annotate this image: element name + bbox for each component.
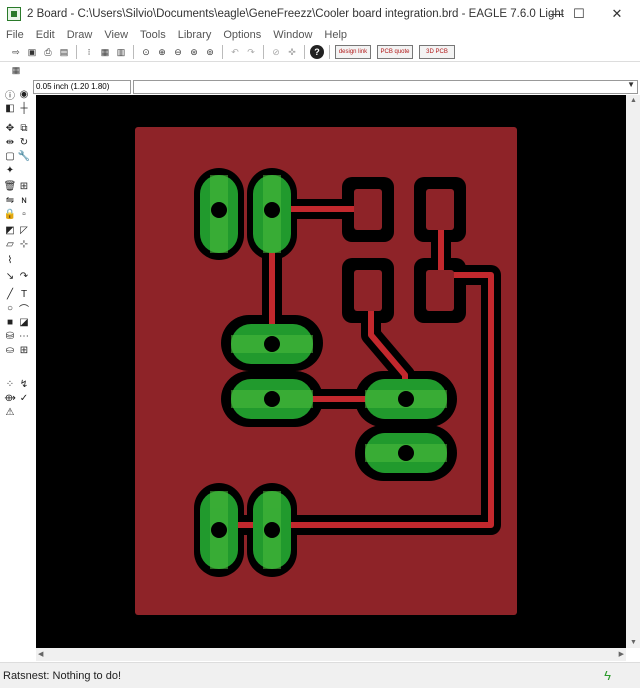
zoom-out-icon[interactable]: ⊖ [171, 45, 185, 59]
menu-file[interactable]: File [0, 29, 30, 41]
text-icon[interactable]: T [18, 288, 30, 300]
zoom-in-icon[interactable]: ⊕ [155, 45, 169, 59]
pcb-layout[interactable] [36, 95, 626, 648]
toolbar-divider [329, 45, 330, 59]
cam-icon[interactable]: ▤ [57, 45, 71, 59]
toolbar-divider [133, 45, 134, 59]
eagle-app-icon [7, 6, 21, 21]
scroll-right-icon[interactable]: ▶ [619, 650, 624, 658]
info-icon[interactable]: ⓘ [4, 88, 16, 102]
horizontal-scrollbar[interactable]: ◀ ▶ [36, 648, 626, 661]
change-icon[interactable]: 🔧 [18, 150, 30, 162]
lock-icon[interactable]: 🔒 [4, 208, 16, 220]
toolbar-divider [304, 45, 305, 59]
status-message: Ratsnest: Nothing to do! [3, 669, 122, 682]
scroll-up-icon[interactable]: ▲ [630, 97, 637, 104]
toolbar-divider [222, 45, 223, 59]
signal-icon[interactable]: ⋯ [18, 330, 30, 342]
hole-icon[interactable]: ⛀ [4, 344, 16, 356]
zoom-select-icon[interactable]: ⊚ [203, 45, 217, 59]
command-history-dropdown-icon[interactable]: ▼ [627, 80, 635, 89]
run-ulp-icon[interactable]: ▥ [114, 45, 128, 59]
save-icon[interactable]: ▣ [25, 45, 39, 59]
wire-icon[interactable]: ╱ [4, 288, 16, 300]
polygon-icon[interactable]: ◪ [18, 316, 30, 328]
tool-palette: ⓘ ◉ ◧ ┼ ✥ ⧉ ⇹ ↻ ▢ 🔧 ✦ 🗑 ⊞ ⇋ ɴ 🔒 ▫ ◩ ◸ ▱ … [0, 88, 33, 448]
command-line-input[interactable] [133, 80, 638, 94]
menu-edit[interactable]: Edit [30, 29, 61, 41]
menu-help[interactable]: Help [318, 29, 353, 41]
circle-icon[interactable]: ○ [4, 302, 16, 314]
scroll-left-icon[interactable]: ◀ [38, 650, 43, 658]
ratsnest-icon[interactable]: ⁘ [4, 378, 16, 390]
menu-options[interactable]: Options [217, 29, 267, 41]
grid-coordinate-readout: 0.05 inch (1.20 1.80) [33, 80, 131, 94]
lightning-icon[interactable]: ϟ [604, 668, 611, 683]
warning-icon[interactable]: ⚠ [4, 406, 16, 418]
route-icon[interactable]: ↘ [4, 270, 16, 282]
drc-icon[interactable]: ✓ [18, 392, 30, 404]
vertical-scrollbar[interactable]: ▲ ▼ [626, 95, 640, 648]
rotate-icon[interactable]: ↻ [18, 136, 30, 148]
arc-icon[interactable]: ⌒ [18, 302, 30, 316]
smash-icon[interactable]: ◩ [4, 224, 16, 236]
window-title: 2 Board - C:\Users\Silvio\Documents\eagl… [27, 7, 564, 20]
close-button[interactable]: ✕ [594, 0, 640, 27]
auto-router-icon[interactable]: ↯ [18, 378, 30, 390]
redraw-icon[interactable]: ⊛ [187, 45, 201, 59]
status-bar: Ratsnest: Nothing to do! ϟ [0, 662, 640, 688]
mark-icon[interactable]: ┼ [18, 102, 30, 114]
scroll-down-icon[interactable]: ▼ [630, 639, 637, 646]
command-row: 0.05 inch (1.20 1.80) ▼ [33, 79, 640, 95]
paste-icon[interactable]: ✦ [4, 164, 16, 176]
title-bar: 2 Board - C:\Users\Silvio\Documents\eagl… [0, 0, 640, 27]
display-layers-icon[interactable]: ◧ [4, 102, 16, 114]
design-link-button[interactable]: design link [335, 45, 371, 59]
split-icon[interactable]: ▱ [4, 238, 16, 250]
rect-icon[interactable]: ■ [4, 316, 16, 328]
stop-icon[interactable]: ⊘ [269, 45, 283, 59]
board-canvas[interactable] [36, 95, 626, 648]
value-icon[interactable]: ▫ [18, 208, 30, 220]
help-icon[interactable]: ? [310, 45, 324, 59]
meander-icon[interactable]: ⌇ [4, 254, 16, 266]
grid-icon[interactable]: ▦ [9, 64, 23, 78]
pcb-quote-button[interactable]: PCB quote [377, 45, 413, 59]
board-switch-icon[interactable]: ▦ [98, 45, 112, 59]
go-icon[interactable]: ✜ [285, 45, 299, 59]
ripup-icon[interactable]: ↷ [18, 270, 30, 282]
name-icon[interactable]: ɴ [18, 194, 30, 206]
zoom-fit-icon[interactable]: ⊙ [139, 45, 153, 59]
move-icon[interactable]: ✥ [4, 122, 16, 134]
attribute-icon[interactable]: ⊞ [18, 344, 30, 356]
show-icon[interactable]: ◉ [18, 88, 30, 100]
miter-icon[interactable]: ◸ [18, 224, 30, 236]
menu-bar: File Edit Draw View Tools Library Option… [0, 27, 640, 43]
via-icon[interactable]: ⛁ [4, 330, 16, 342]
undo-icon[interactable]: ↶ [228, 45, 242, 59]
redo-icon[interactable]: ↷ [244, 45, 258, 59]
script-icon[interactable]: ⁝ [82, 45, 96, 59]
copy-icon[interactable]: ⧉ [18, 122, 30, 134]
print-icon[interactable]: ⎙ [41, 45, 55, 59]
menu-draw[interactable]: Draw [61, 29, 99, 41]
replace-icon[interactable]: ⇋ [4, 194, 16, 206]
toolbar-divider [76, 45, 77, 59]
optimize-icon[interactable]: ⊹ [18, 238, 30, 250]
menu-view[interactable]: View [98, 29, 134, 41]
erc-icon[interactable]: ⟴ [4, 392, 16, 404]
menu-window[interactable]: Window [267, 29, 318, 41]
3d-pcb-button[interactable]: 3D PCB [419, 45, 455, 59]
toolbar-divider [263, 45, 264, 59]
menu-library[interactable]: Library [172, 29, 218, 41]
delete-icon[interactable]: 🗑 [4, 180, 17, 192]
add-icon[interactable]: ⊞ [18, 180, 30, 192]
action-toolbar: ⇨ ▣ ⎙ ▤ ⁝ ▦ ▥ ⊙ ⊕ ⊖ ⊛ ⊚ ↶ ↷ ⊘ ✜ ? design… [0, 43, 640, 61]
mirror-icon[interactable]: ⇹ [4, 136, 16, 148]
menu-tools[interactable]: Tools [134, 29, 172, 41]
open-icon[interactable]: ⇨ [9, 45, 23, 59]
group-icon[interactable]: ▢ [4, 150, 16, 162]
parameter-toolbar: ▦ [0, 61, 640, 79]
